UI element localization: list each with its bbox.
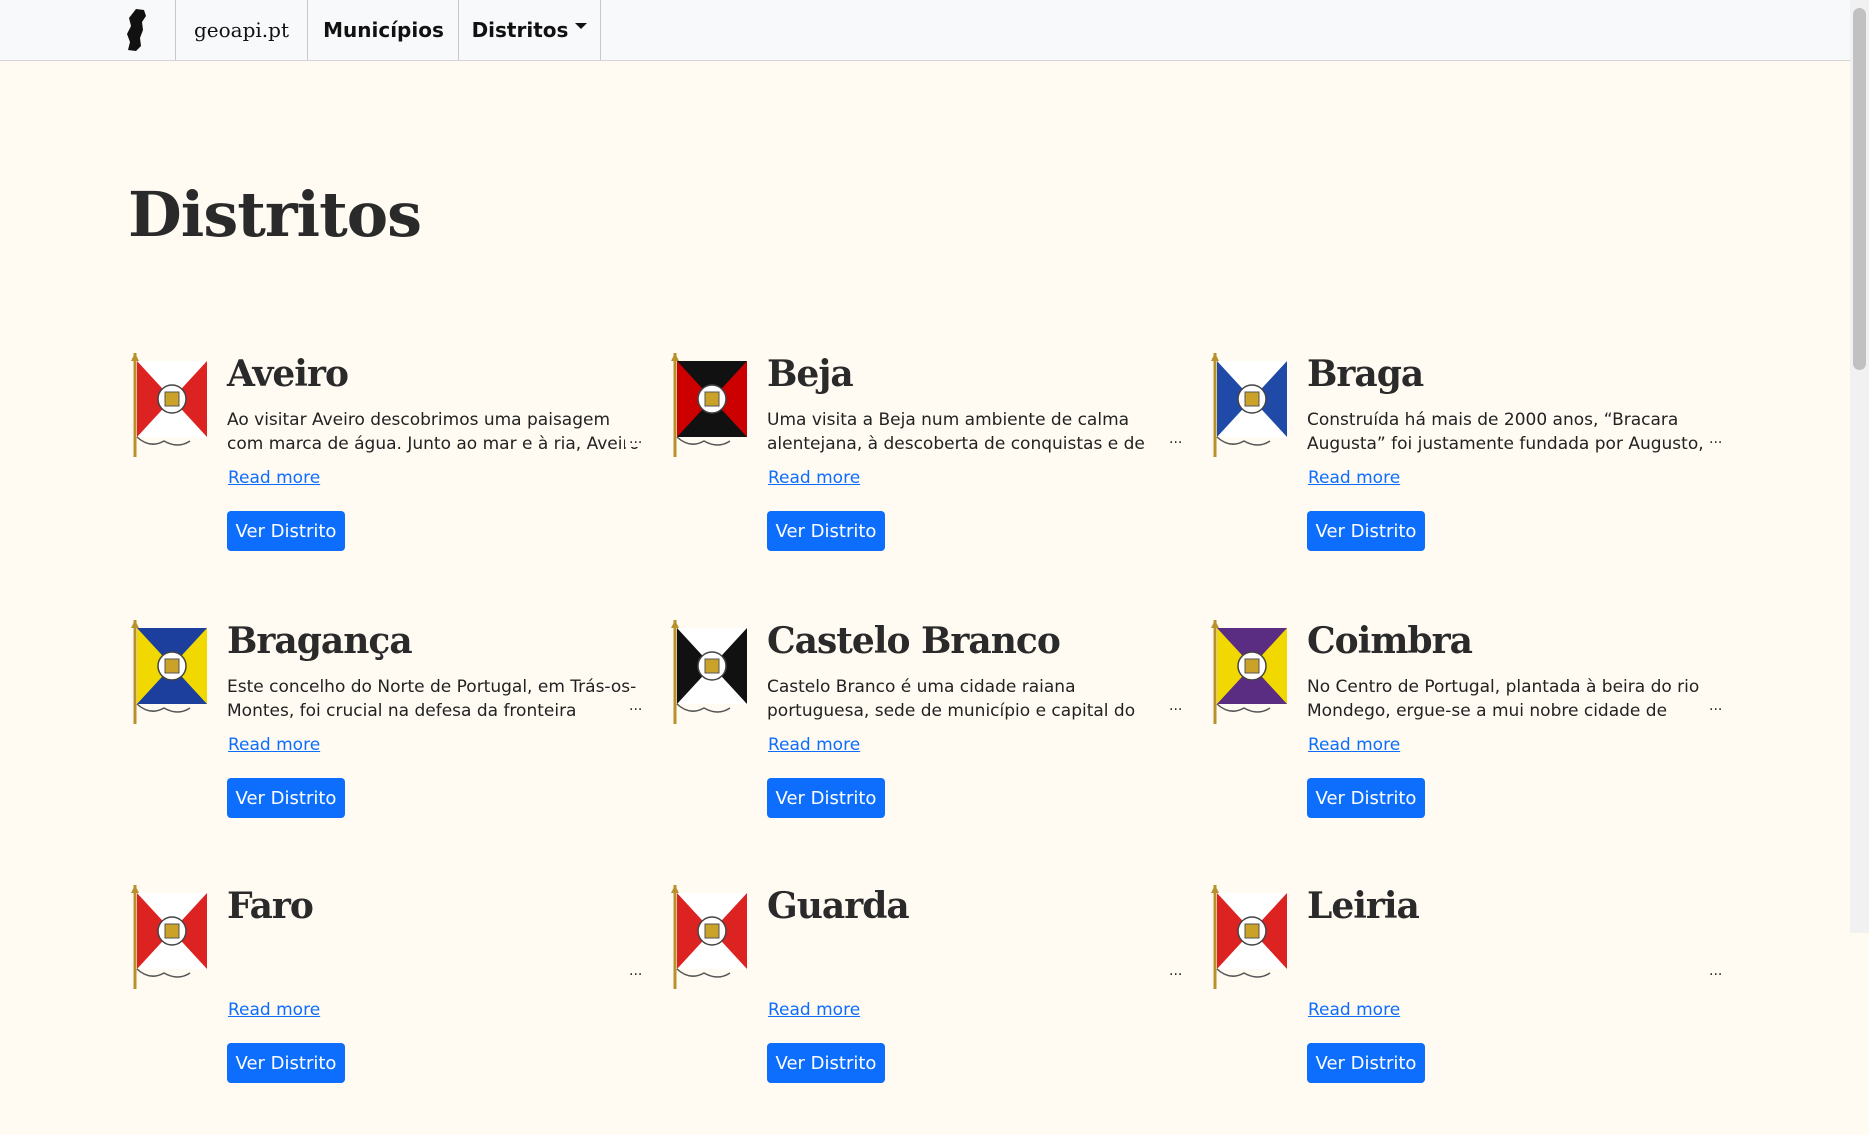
district-name: Braga bbox=[1307, 353, 1424, 395]
ver-distrito-button[interactable]: Ver Distrito bbox=[1307, 511, 1425, 551]
district-description: Construída há mais de 2000 anos, “Bracar… bbox=[1307, 410, 1704, 454]
district-flag-icon bbox=[1211, 885, 1287, 989]
district-flag-icon bbox=[1211, 353, 1287, 457]
read-more-link[interactable]: Read more bbox=[768, 468, 860, 488]
portugal-map-logo-icon[interactable] bbox=[122, 8, 152, 52]
vertical-scrollbar[interactable] bbox=[1850, 0, 1869, 933]
district-card: Braga Construída há mais de 2000 anos, “B… bbox=[1210, 353, 1730, 603]
description-ellipsis: ... bbox=[1165, 431, 1183, 447]
description-ellipsis: ... bbox=[1165, 698, 1183, 714]
district-card: Leiria... Read more Ver Distrito bbox=[1210, 885, 1730, 1135]
ver-distrito-button[interactable]: Ver Distrito bbox=[227, 511, 345, 551]
description-ellipsis: ... bbox=[625, 431, 643, 447]
nav-distritos-label: Distritos bbox=[471, 18, 569, 42]
district-card: Bragança Este concelho do Norte de Portug… bbox=[130, 620, 650, 870]
description-ellipsis: ... bbox=[1705, 963, 1723, 979]
district-flag-icon bbox=[671, 620, 747, 724]
district-description bbox=[227, 940, 642, 988]
ver-distrito-button[interactable]: Ver Distrito bbox=[767, 1043, 885, 1083]
district-name: Bragança bbox=[227, 620, 413, 662]
district-card: Aveiro Ao visitar Aveiro descobrimos uma … bbox=[130, 353, 650, 603]
district-flag-icon bbox=[131, 620, 207, 724]
district-card: Faro... Read more Ver Distrito bbox=[130, 885, 650, 1135]
district-flag-icon bbox=[1211, 620, 1287, 724]
scrollbar-thumb[interactable] bbox=[1853, 8, 1866, 370]
district-name: Aveiro bbox=[227, 353, 349, 395]
description-ellipsis: ... bbox=[625, 963, 643, 979]
district-flag-icon bbox=[671, 885, 747, 989]
description-ellipsis: ... bbox=[625, 698, 643, 714]
district-name: Beja bbox=[767, 353, 854, 395]
nav-dropdown-distritos[interactable]: Distritos bbox=[458, 0, 601, 60]
ver-distrito-button[interactable]: Ver Distrito bbox=[767, 511, 885, 551]
description-ellipsis: ... bbox=[1165, 963, 1183, 979]
nav-municipios-label: Municípios bbox=[323, 18, 444, 42]
district-name: Guarda bbox=[767, 885, 910, 927]
ver-distrito-button[interactable]: Ver Distrito bbox=[227, 778, 345, 818]
district-flag-icon bbox=[671, 353, 747, 457]
nav-brand-label: geoapi.pt bbox=[194, 18, 289, 42]
district-description bbox=[1307, 940, 1722, 988]
read-more-link[interactable]: Read more bbox=[228, 1000, 320, 1020]
district-flag-icon bbox=[131, 885, 207, 989]
district-description: No Centro de Portugal, plantada à beira … bbox=[1307, 677, 1700, 721]
read-more-link[interactable]: Read more bbox=[1308, 735, 1400, 755]
read-more-link[interactable]: Read more bbox=[228, 735, 320, 755]
read-more-link[interactable]: Read more bbox=[228, 468, 320, 488]
district-description: Este concelho do Norte de Portugal, em T… bbox=[227, 677, 637, 721]
nav-link-municipios[interactable]: Municípios bbox=[307, 0, 459, 60]
district-card: Guarda... Read more Ver Distrito bbox=[670, 885, 1190, 1135]
district-name: Faro bbox=[227, 885, 314, 927]
district-description: Castelo Branco é uma cidade raiana portu… bbox=[767, 677, 1136, 721]
district-description bbox=[767, 940, 1182, 988]
district-name: Castelo Branco bbox=[767, 620, 1061, 662]
district-name: Coimbra bbox=[1307, 620, 1473, 662]
ver-distrito-button[interactable]: Ver Distrito bbox=[767, 778, 885, 818]
district-name: Leiria bbox=[1307, 885, 1420, 927]
district-description: Uma visita a Beja num ambiente de calma … bbox=[767, 410, 1145, 454]
district-description: Ao visitar Aveiro descobrimos uma paisag… bbox=[227, 410, 640, 454]
district-card: Beja Uma visita a Beja num ambiente de ca… bbox=[670, 353, 1190, 603]
page-title: Distritos bbox=[128, 178, 422, 251]
district-card: Castelo Branco Castelo Branco é uma cidad… bbox=[670, 620, 1190, 870]
description-ellipsis: ... bbox=[1705, 698, 1723, 714]
ver-distrito-button[interactable]: Ver Distrito bbox=[1307, 778, 1425, 818]
district-flag-icon bbox=[131, 353, 207, 457]
caret-down-icon bbox=[575, 23, 588, 29]
nav-brand-link[interactable]: geoapi.pt bbox=[175, 0, 307, 60]
ver-distrito-button[interactable]: Ver Distrito bbox=[227, 1043, 345, 1083]
read-more-link[interactable]: Read more bbox=[768, 735, 860, 755]
read-more-link[interactable]: Read more bbox=[1308, 1000, 1400, 1020]
district-card: Coimbra No Centro de Portugal, plantada à… bbox=[1210, 620, 1730, 870]
read-more-link[interactable]: Read more bbox=[768, 1000, 860, 1020]
ver-distrito-button[interactable]: Ver Distrito bbox=[1307, 1043, 1425, 1083]
read-more-link[interactable]: Read more bbox=[1308, 468, 1400, 488]
description-ellipsis: ... bbox=[1705, 431, 1723, 447]
top-navbar: geoapi.pt Municípios Distritos bbox=[0, 0, 1850, 61]
